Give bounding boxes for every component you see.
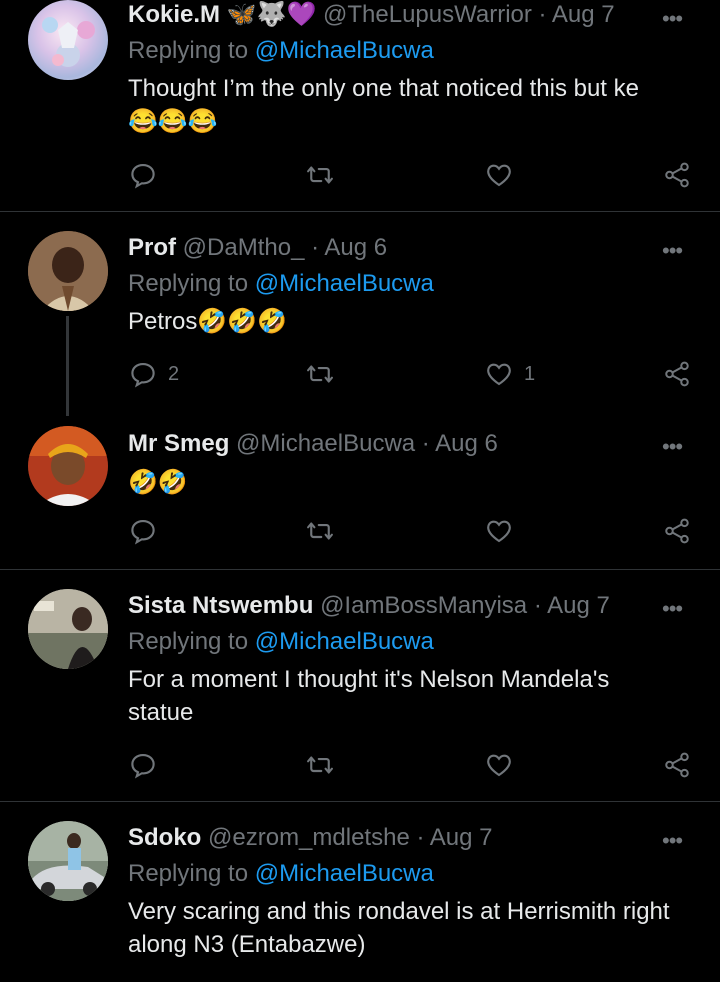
retweet-icon <box>307 365 333 383</box>
reply-button[interactable] <box>128 158 168 192</box>
reply-icon <box>131 163 155 189</box>
like-button[interactable] <box>484 748 524 782</box>
reply-count: 2 <box>168 362 180 385</box>
reply-icon <box>131 362 155 388</box>
replying-to-label: Replying to <box>128 37 249 64</box>
more-options-icon[interactable]: ••• <box>662 6 698 31</box>
avatar[interactable] <box>28 231 108 311</box>
retweet-icon <box>307 522 333 540</box>
tweet-text: Petros🤣🤣🤣 <box>128 305 698 338</box>
tweet-text: For a moment I thought it's Nelson Mande… <box>128 663 648 729</box>
share-button[interactable] <box>662 158 692 192</box>
heart-icon <box>487 520 511 543</box>
tweet-actions <box>128 748 698 782</box>
handle-date[interactable]: @TheLupusWarrior · Aug 7 <box>323 1 615 28</box>
retweet-icon <box>307 756 333 774</box>
display-name[interactable]: Prof <box>128 234 176 261</box>
tweet-emoji-line: 😂😂😂 <box>128 108 218 135</box>
reply-to-link[interactable]: @MichaelBucwa <box>255 270 434 297</box>
heart-icon <box>487 754 511 777</box>
avatar[interactable] <box>28 0 108 80</box>
tweet-2[interactable]: Prof @DaMtho_ · Aug 6 ••• Replying to @M… <box>0 212 720 416</box>
tweet-header: Kokie.M 🦋🐺💜 @TheLupusWarrior · Aug 7 <box>128 0 615 30</box>
replying-to: Replying to @MichaelBucwa <box>128 36 434 66</box>
like-count: 1 <box>524 362 536 385</box>
tweet-header: Sdoko @ezrom_mdletshe · Aug 7 <box>128 823 493 853</box>
display-name[interactable]: Sdoko <box>128 824 201 851</box>
share-icon <box>665 162 689 188</box>
tweet-header: Prof @DaMtho_ · Aug 6 <box>128 233 387 263</box>
thread-line <box>66 316 69 416</box>
more-options-icon[interactable]: ••• <box>662 434 698 459</box>
tweet-actions: 2 1 <box>128 357 698 391</box>
tweet-text-line: Petros🤣🤣🤣 <box>128 308 288 335</box>
reply-button[interactable]: 2 <box>128 357 179 391</box>
tweet-actions <box>128 514 698 548</box>
avatar[interactable] <box>28 426 108 506</box>
retweet-icon <box>307 166 333 184</box>
replying-to: Replying to @MichaelBucwa <box>128 627 434 657</box>
retweet-button[interactable] <box>304 748 336 782</box>
tweet-text: 🤣🤣 <box>128 466 698 499</box>
more-options-icon[interactable]: ••• <box>662 828 698 853</box>
replying-to: Replying to @MichaelBucwa <box>128 859 434 889</box>
tweet-3[interactable]: Mr Smeg @MichaelBucwa · Aug 6 ••• 🤣🤣 <box>0 408 720 568</box>
reply-icon <box>131 753 155 779</box>
tweet-text-line: 🤣🤣 <box>128 469 188 496</box>
like-button[interactable] <box>484 158 524 192</box>
tweet-header: Mr Smeg @MichaelBucwa · Aug 6 <box>128 429 498 459</box>
handle-date[interactable]: @ezrom_mdletshe · Aug 7 <box>208 824 493 851</box>
share-icon <box>665 752 689 778</box>
heart-icon <box>487 164 511 187</box>
reply-button[interactable] <box>128 748 168 782</box>
tweet-1[interactable]: Kokie.M 🦋🐺💜 @TheLupusWarrior · Aug 7 •••… <box>0 0 720 210</box>
avatar[interactable] <box>28 589 108 669</box>
display-name[interactable]: Mr Smeg <box>128 430 229 457</box>
share-button[interactable] <box>662 748 692 782</box>
replying-to-label: Replying to <box>128 270 249 297</box>
retweet-button[interactable] <box>304 158 336 192</box>
more-options-icon[interactable]: ••• <box>662 596 698 621</box>
handle-date[interactable]: @DaMtho_ · Aug 6 <box>183 234 387 261</box>
share-button[interactable] <box>662 357 692 391</box>
tweet-4[interactable]: Sista Ntswembu @IamBossManyisa · Aug 7 •… <box>0 570 720 800</box>
heart-icon <box>487 363 511 386</box>
tweet-header: Sista Ntswembu @IamBossManyisa · Aug 7 <box>128 591 610 621</box>
retweet-button[interactable] <box>304 514 336 548</box>
reply-to-link[interactable]: @MichaelBucwa <box>255 628 434 655</box>
avatar[interactable] <box>28 821 108 901</box>
more-options-icon[interactable]: ••• <box>662 238 698 263</box>
tweet-text: Thought I’m the only one that noticed th… <box>128 72 698 138</box>
tweet-text-line: For a moment I thought it's Nelson Mande… <box>128 666 610 726</box>
reply-icon <box>131 519 155 545</box>
share-icon <box>665 361 689 387</box>
replying-to-label: Replying to <box>128 860 249 887</box>
handle-date[interactable]: @MichaelBucwa · Aug 6 <box>236 430 498 457</box>
replying-to: Replying to @MichaelBucwa <box>128 269 434 299</box>
reply-to-link[interactable]: @MichaelBucwa <box>255 37 434 64</box>
display-name[interactable]: Sista Ntswembu <box>128 592 313 619</box>
replying-to-label: Replying to <box>128 628 249 655</box>
tweet-text-line: Very scaring and this rondavel is at Her… <box>128 898 670 958</box>
like-button[interactable]: 1 <box>484 357 535 391</box>
tweet-text: Very scaring and this rondavel is at Her… <box>128 895 698 961</box>
share-button[interactable] <box>662 514 692 548</box>
tweet-5[interactable]: Sdoko @ezrom_mdletshe · Aug 7 ••• Replyi… <box>0 802 720 982</box>
tweet-text-line: Thought I’m the only one that noticed th… <box>128 75 639 102</box>
share-icon <box>665 518 689 544</box>
display-name[interactable]: Kokie.M 🦋🐺💜 <box>128 1 316 28</box>
reply-to-link[interactable]: @MichaelBucwa <box>255 860 434 887</box>
reply-button[interactable] <box>128 514 168 548</box>
handle-date[interactable]: @IamBossManyisa · Aug 7 <box>320 592 610 619</box>
retweet-button[interactable] <box>304 357 336 391</box>
tweet-actions <box>128 158 698 192</box>
like-button[interactable] <box>484 514 524 548</box>
